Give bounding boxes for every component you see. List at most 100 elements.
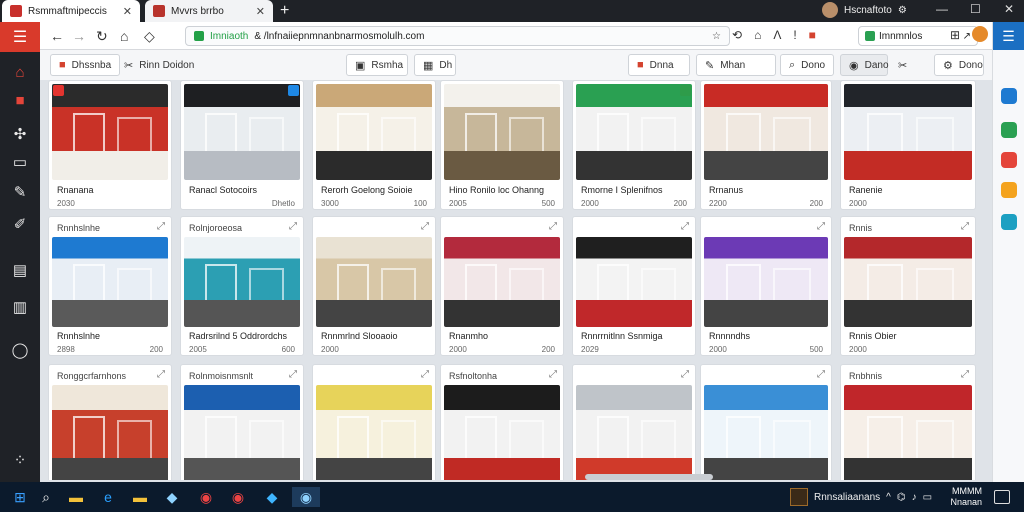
- store-thumbnail[interactable]: [184, 84, 300, 180]
- toolbar-button[interactable]: ■ Dhssnba: [50, 54, 121, 76]
- selected-badge-icon[interactable]: [288, 85, 299, 96]
- battery-icon[interactable]: ▭: [923, 492, 932, 503]
- image-card[interactable]: ⤢ Rnnmrlnd Slooaoio 2000: [312, 216, 436, 356]
- image-card[interactable]: Ranenie 2000: [840, 80, 976, 210]
- toolbar-button[interactable]: ◉ Dano: [840, 54, 889, 76]
- store-thumbnail[interactable]: [704, 385, 828, 480]
- expand-icon[interactable]: ⤢: [549, 369, 557, 380]
- store-thumbnail[interactable]: [444, 385, 560, 480]
- close-button[interactable]: ✕: [1004, 2, 1014, 16]
- expand-icon[interactable]: ⤢: [681, 221, 689, 232]
- network-icon[interactable]: ⌬: [897, 492, 906, 503]
- store-thumbnail[interactable]: [576, 385, 692, 480]
- store-thumbnail[interactable]: [844, 237, 972, 327]
- image-card[interactable]: Ronggcrfarnhons ⤢: [48, 364, 172, 480]
- pen-icon[interactable]: ✎: [10, 182, 30, 202]
- image-card[interactable]: Rsfnoltonha ⤢: [440, 364, 564, 480]
- maximize-button[interactable]: ☐: [970, 2, 981, 16]
- list-icon[interactable]: ▥: [10, 297, 30, 317]
- image-card[interactable]: Rnnhslnhe ⤢ Rnnhslnhe 2898 200: [48, 216, 172, 356]
- image-card[interactable]: ⤢ Rnnnndhs 2000 500: [700, 216, 832, 356]
- store-thumbnail[interactable]: [316, 84, 432, 180]
- image-card[interactable]: ⤢ Rnnrrnitlnn Ssnmiga 2029: [572, 216, 696, 356]
- favorite-badge-icon[interactable]: [53, 85, 64, 96]
- image-card[interactable]: Ranacl Sotocoirs Dhetlo: [180, 80, 304, 210]
- store-thumbnail[interactable]: [52, 385, 168, 480]
- store-icon[interactable]: ◆: [162, 487, 182, 507]
- store-thumbnail[interactable]: [316, 237, 432, 327]
- app-icon[interactable]: ◆: [262, 487, 282, 507]
- extension-icon[interactable]: ⟲: [732, 28, 742, 42]
- toolbar-button[interactable]: ⚙ Dono: [934, 54, 984, 76]
- expand-icon[interactable]: ⤢: [817, 369, 825, 380]
- app-icon[interactable]: [1001, 152, 1017, 168]
- image-card[interactable]: Rnnis ⤢ Rnnis Obier 2000: [840, 216, 976, 356]
- store-thumbnail[interactable]: [844, 84, 972, 180]
- expand-icon[interactable]: ⤢: [681, 369, 689, 380]
- windows-start-icon[interactable]: ⊞: [10, 487, 30, 507]
- close-icon[interactable]: ✕: [123, 5, 132, 18]
- store-thumbnail[interactable]: [444, 84, 560, 180]
- store-thumbnail[interactable]: [576, 84, 692, 180]
- store-thumbnail[interactable]: [184, 385, 300, 480]
- shield-icon[interactable]: ◇: [144, 28, 155, 45]
- app-icon[interactable]: [790, 488, 808, 506]
- image-card[interactable]: Rnbhnis ⤢: [840, 364, 976, 480]
- chat-icon[interactable]: ▭: [10, 152, 30, 172]
- gear-icon[interactable]: ⚙: [898, 5, 907, 16]
- store-thumbnail[interactable]: [52, 237, 168, 327]
- expand-icon[interactable]: ⤢: [157, 221, 165, 232]
- store-thumbnail[interactable]: [576, 237, 692, 327]
- chrome-icon[interactable]: ◉: [228, 487, 248, 507]
- expand-icon[interactable]: ⤢: [961, 369, 969, 380]
- image-card[interactable]: Rmorne I Splenifnos 2000 200: [572, 80, 696, 210]
- toolbar-button[interactable]: ✂ Rinn Doidon: [116, 54, 202, 76]
- chrome-icon[interactable]: ◉: [196, 487, 216, 507]
- comment-icon[interactable]: ◯: [10, 340, 30, 360]
- new-tab-button[interactable]: +: [280, 2, 289, 20]
- image-card[interactable]: Rerorh Goelong Soioie 3000 100: [312, 80, 436, 210]
- toolbar-button[interactable]: ▦ Dh: [414, 54, 456, 76]
- edge-icon[interactable]: e: [98, 487, 118, 507]
- expand-icon[interactable]: ⤢: [289, 369, 297, 380]
- image-card[interactable]: Rnanana 2030: [48, 80, 172, 210]
- home-icon[interactable]: ⌂: [120, 28, 128, 44]
- toolbar-button[interactable]: ✎ Mhan: [696, 54, 776, 76]
- back-icon[interactable]: ←: [50, 28, 64, 44]
- store-thumbnail[interactable]: [704, 84, 828, 180]
- expand-icon[interactable]: ⤢: [817, 221, 825, 232]
- document-icon[interactable]: ▤: [10, 260, 30, 280]
- image-card[interactable]: ⤢ Rnanmho 2000 200: [440, 216, 564, 356]
- puzzle-icon[interactable]: ✣: [10, 124, 30, 144]
- clock[interactable]: MMMM Nnanan: [948, 486, 982, 508]
- image-card[interactable]: Rrnanus 2200 200: [700, 80, 832, 210]
- expand-icon[interactable]: ⤢: [289, 221, 297, 232]
- notification-icon[interactable]: [994, 490, 1010, 504]
- menu-icon[interactable]: ☰: [993, 22, 1024, 50]
- profile-chip[interactable]: Hscnaftoto ⚙: [822, 2, 907, 18]
- extension-icon[interactable]: Ʌ: [773, 28, 781, 42]
- extension-icon[interactable]: ■: [809, 28, 816, 42]
- grid-icon[interactable]: ⊞: [950, 28, 960, 42]
- image-card[interactable]: Rolnmoisnmsnlt ⤢: [180, 364, 304, 480]
- app-icon[interactable]: [1001, 122, 1017, 138]
- tool-icon[interactable]: ✐: [10, 214, 30, 234]
- chevron-up-icon[interactable]: ^: [886, 492, 891, 503]
- image-card[interactable]: ⤢: [700, 364, 832, 480]
- star-icon[interactable]: ☆: [712, 31, 721, 42]
- store-thumbnail[interactable]: [704, 237, 828, 327]
- tab-active[interactable]: Rsmmaftmipeccis ✕: [2, 0, 140, 22]
- expand-icon[interactable]: ⤢: [157, 369, 165, 380]
- active-app-icon[interactable]: ◉: [292, 487, 320, 507]
- toolbar-button[interactable]: ■ Dnna: [628, 54, 690, 76]
- store-thumbnail[interactable]: [316, 385, 432, 480]
- store-thumbnail[interactable]: [844, 385, 972, 480]
- store-thumbnail[interactable]: [184, 237, 300, 327]
- new-badge-icon[interactable]: [680, 85, 691, 96]
- expand-icon[interactable]: ⤢: [961, 221, 969, 232]
- volume-icon[interactable]: ♪: [912, 492, 917, 503]
- reload-icon[interactable]: ↻: [96, 28, 108, 45]
- extension-icon[interactable]: !: [793, 28, 796, 42]
- bookmark-icon[interactable]: ■: [10, 90, 30, 110]
- search-icon[interactable]: ⌕: [36, 487, 56, 507]
